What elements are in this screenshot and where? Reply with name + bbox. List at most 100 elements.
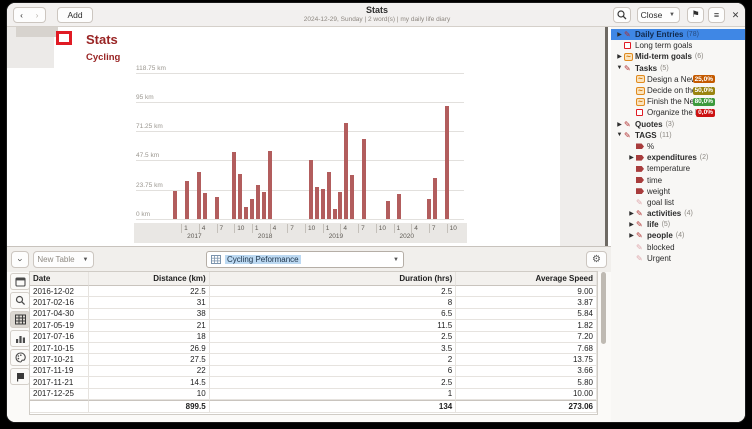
new-table-dropdown-button[interactable]: ▼ bbox=[78, 251, 94, 268]
tree-item-quotes[interactable]: ▶✎Quotes(3) bbox=[611, 119, 719, 130]
menu-button[interactable]: ≡ bbox=[708, 7, 725, 23]
expander-closed-icon[interactable]: ▶ bbox=[627, 210, 636, 217]
table-cell[interactable]: 2 bbox=[210, 354, 457, 365]
table-cell[interactable]: 10.00 bbox=[456, 389, 597, 400]
table-cell[interactable]: 22 bbox=[89, 366, 210, 377]
table-cell[interactable]: 10 bbox=[89, 389, 210, 400]
table-row[interactable]: 2017-11-2114.52.55.80 bbox=[30, 377, 597, 388]
table-cell[interactable]: 2017-04-30 bbox=[30, 309, 89, 320]
expander-open-icon[interactable]: ▼ bbox=[615, 132, 624, 138]
table-cell[interactable]: 3.66 bbox=[456, 366, 597, 377]
table-cell[interactable]: 13.75 bbox=[456, 354, 597, 365]
tree-item-weight[interactable]: weight bbox=[611, 186, 719, 197]
tree-item-tasks[interactable]: ▼✎Tasks(5) bbox=[611, 63, 719, 74]
table-cell[interactable]: 27.5 bbox=[89, 354, 210, 365]
tree-item-[interactable]: % bbox=[611, 141, 719, 152]
table-cell[interactable]: 11.5 bbox=[210, 320, 457, 331]
expander-closed-icon[interactable]: ▶ bbox=[627, 221, 636, 228]
table-cell[interactable]: 2017-05-19 bbox=[30, 320, 89, 331]
tree-item-time[interactable]: time bbox=[611, 174, 719, 185]
tree-item-long-term-goals[interactable]: Long term goals bbox=[611, 40, 719, 51]
table-row[interactable]: 2017-05-192111.51.82 bbox=[30, 320, 597, 331]
table-cell[interactable]: 2.5 bbox=[210, 377, 457, 388]
table-cell[interactable]: 2017-10-15 bbox=[30, 343, 89, 354]
table-cell[interactable]: 2017-10-21 bbox=[30, 354, 89, 365]
tree-item-urgent[interactable]: ✎Urgent bbox=[611, 253, 719, 264]
tree-item-goal-list[interactable]: ✎goal list bbox=[611, 197, 719, 208]
expander-closed-icon[interactable]: ▶ bbox=[615, 121, 624, 128]
column-header[interactable]: Distance (km) bbox=[89, 272, 210, 286]
table-settings-button[interactable]: ⚙ bbox=[586, 251, 607, 268]
format-view-button[interactable] bbox=[10, 349, 30, 366]
table-cell[interactable]: 3.5 bbox=[210, 343, 457, 354]
table-cell[interactable]: 2.5 bbox=[210, 332, 457, 343]
tree-item-daily-entries[interactable]: ▶✎Daily Entries(78) bbox=[611, 29, 746, 40]
table-cell[interactable]: 1 bbox=[210, 389, 457, 400]
tree-item-blocked[interactable]: ✎blocked bbox=[611, 242, 719, 253]
table-cell[interactable]: 273.06 bbox=[456, 400, 597, 413]
table-cell[interactable] bbox=[30, 400, 89, 413]
bookmark-view-button[interactable] bbox=[10, 368, 30, 385]
table-scrollbar[interactable] bbox=[601, 272, 606, 344]
flag-button[interactable]: ⚑ bbox=[687, 7, 704, 23]
table-row[interactable]: 2017-07-16182.57.20 bbox=[30, 332, 597, 343]
column-header[interactable]: Average Speed bbox=[456, 272, 597, 286]
table-cell[interactable]: 899.5 bbox=[89, 400, 210, 413]
table-cell[interactable]: 6.5 bbox=[210, 309, 457, 320]
tree-item-mid-term-goals[interactable]: ▶~Mid-term goals(6) bbox=[611, 51, 719, 62]
chart-view-button[interactable] bbox=[10, 330, 30, 347]
search-view-button[interactable] bbox=[10, 292, 30, 309]
table-cell[interactable]: 2017-07-16 bbox=[30, 332, 89, 343]
table-cell[interactable]: 2017-12-25 bbox=[30, 389, 89, 400]
table-cell[interactable]: 134 bbox=[210, 400, 457, 413]
tree-item-tags[interactable]: ▼✎TAGS(11) bbox=[611, 130, 719, 141]
calendar-view-button[interactable] bbox=[10, 273, 30, 290]
table-cell[interactable]: 38 bbox=[89, 309, 210, 320]
table-cell[interactable]: 26.9 bbox=[89, 343, 210, 354]
expander-closed-icon[interactable]: ▶ bbox=[627, 154, 636, 161]
new-table-button[interactable]: New Table bbox=[33, 251, 79, 268]
search-button[interactable] bbox=[613, 7, 631, 23]
table-cell[interactable]: 5.84 bbox=[456, 309, 597, 320]
close-entry-button[interactable]: Close bbox=[637, 7, 666, 23]
table-cell[interactable]: 18 bbox=[89, 332, 210, 343]
expander-open-icon[interactable]: ▼ bbox=[615, 65, 624, 71]
table-cell[interactable]: 21 bbox=[89, 320, 210, 331]
add-button[interactable]: Add bbox=[57, 7, 93, 23]
expander-closed-icon[interactable]: ▶ bbox=[615, 53, 624, 60]
table-cell[interactable]: 14.5 bbox=[89, 377, 210, 388]
table-row[interactable]: 2016-12-0222.52.59.00 bbox=[30, 286, 597, 297]
tree-item-design-a-new-web-site[interactable]: ~Design a New Web Site25,0% bbox=[611, 74, 719, 85]
tree-item-organize-the-ph-archive[interactable]: Organize the Ph...Archive0,0% bbox=[611, 107, 719, 118]
table-cell[interactable]: 9.00 bbox=[456, 286, 597, 297]
table-cell[interactable]: 7.68 bbox=[456, 343, 597, 354]
table-cell[interactable]: 2017-11-19 bbox=[30, 366, 89, 377]
table-cell[interactable]: 8 bbox=[210, 297, 457, 308]
window-close-button[interactable]: ✕ bbox=[729, 9, 742, 22]
table-cell[interactable]: 2.5 bbox=[210, 286, 457, 297]
table-cell[interactable]: 31 bbox=[89, 297, 210, 308]
table-cell[interactable]: 2016-12-02 bbox=[30, 286, 89, 297]
expander-closed-icon[interactable]: ▶ bbox=[627, 232, 636, 239]
table-cell[interactable]: 2017-02-16 bbox=[30, 297, 89, 308]
table-cell[interactable]: 6 bbox=[210, 366, 457, 377]
column-header[interactable]: Duration (hrs) bbox=[210, 272, 457, 286]
close-dropdown-button[interactable]: ▼ bbox=[665, 7, 680, 23]
tree-item-activities[interactable]: ▶✎activities(4) bbox=[611, 208, 719, 219]
tree-item-life[interactable]: ▶✎life(5) bbox=[611, 219, 719, 230]
tree-item-temperature[interactable]: temperature bbox=[611, 163, 719, 174]
forward-button[interactable]: › bbox=[29, 7, 46, 23]
table-view-button[interactable] bbox=[10, 311, 30, 328]
table-row[interactable]: 2017-02-163183.87 bbox=[30, 297, 597, 308]
tree-item-decide-on-the-n-o-buy[interactable]: ~Decide on the N... o Buy50,0% bbox=[611, 85, 719, 96]
table-row[interactable]: 2017-04-30386.55.84 bbox=[30, 309, 597, 320]
table-cell[interactable]: 5.80 bbox=[456, 377, 597, 388]
table-row[interactable]: 2017-12-2510110.00 bbox=[30, 389, 597, 400]
column-header[interactable]: Date bbox=[30, 272, 89, 286]
table-row[interactable]: 2017-10-2127.5213.75 bbox=[30, 354, 597, 365]
table-selector-combobox[interactable]: Cycling Peformance ▼ bbox=[206, 251, 404, 268]
table-row[interactable]: 2017-10-1526.93.57.68 bbox=[30, 343, 597, 354]
table-cell[interactable]: 3.87 bbox=[456, 297, 597, 308]
table-cell[interactable]: 22.5 bbox=[89, 286, 210, 297]
tree-item-expenditures[interactable]: ▶expenditures(2) bbox=[611, 152, 719, 163]
